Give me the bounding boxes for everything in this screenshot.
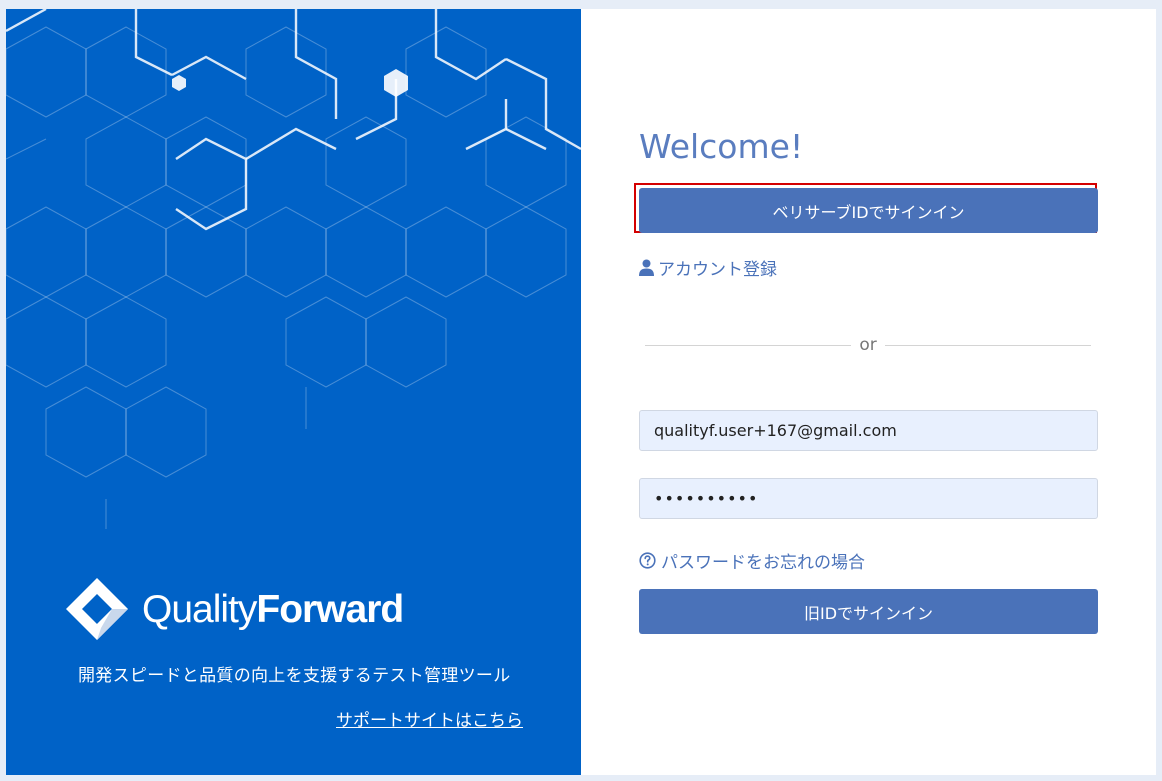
account-register-label: アカウント登録 (658, 260, 777, 280)
welcome-heading: Welcome! (639, 127, 804, 166)
password-field[interactable]: •••••••••• (639, 478, 1098, 519)
forgot-password-link[interactable]: パスワードをお忘れの場合 (639, 548, 865, 573)
user-icon (639, 259, 654, 276)
login-panel: Welcome! ベリサーブIDでサインイン アカウント登録 or qualit… (581, 9, 1156, 775)
brand-name-light: Quality (142, 587, 257, 631)
legacy-signin-button[interactable]: 旧IDでサインイン (639, 589, 1098, 634)
account-register-link[interactable]: アカウント登録 (639, 255, 777, 280)
login-window: QualityForward 開発スピードと品質の向上を支援するテスト管理ツール… (6, 9, 1156, 775)
divider-line (884, 344, 1092, 346)
brand-tagline: 開発スピードと品質の向上を支援するテスト管理ツール (78, 666, 511, 686)
brand-logo: QualityForward (64, 576, 404, 642)
verisurf-signin-button[interactable]: ベリサーブIDでサインイン (639, 188, 1098, 233)
brand-name-bold: Forward (256, 587, 404, 631)
email-field[interactable]: qualityf.user+167@gmail.com (639, 410, 1098, 451)
hexagon-node (384, 69, 408, 97)
brand-wordmark: QualityForward (142, 587, 404, 631)
brand-panel: QualityForward 開発スピードと品質の向上を支援するテスト管理ツール… (6, 9, 581, 775)
support-site-link[interactable]: サポートサイトはこちら (336, 706, 523, 731)
question-circle-icon (639, 552, 656, 569)
hexagon-node (172, 75, 186, 91)
divider-text: or (859, 335, 877, 355)
diamond-logo-icon (66, 578, 128, 640)
divider-line (645, 344, 852, 346)
or-divider: or (645, 335, 1092, 355)
forgot-password-label: パスワードをお忘れの場合 (661, 553, 865, 573)
